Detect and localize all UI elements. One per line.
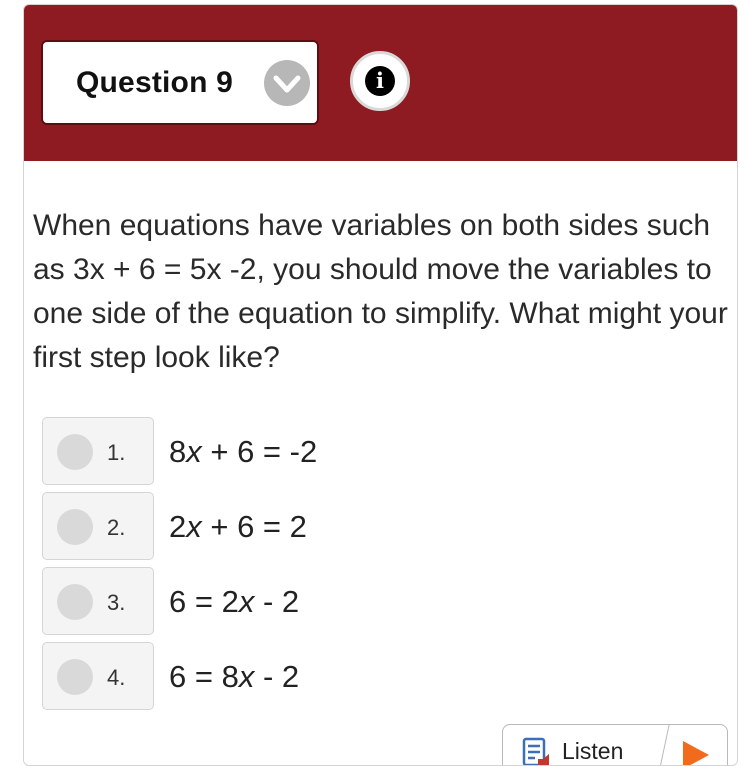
answer-choice-2[interactable]: 2. 2x + 6 = 2 <box>42 492 737 560</box>
chevron-down-icon <box>264 60 310 106</box>
document-audio-icon <box>521 737 555 765</box>
question-number-label: Question 9 <box>76 66 234 99</box>
choice-text[interactable]: 6 = 8x - 2 <box>169 659 299 695</box>
question-header: Question 9 i <box>24 5 737 161</box>
answer-choice-3[interactable]: 3. 6 = 2x - 2 <box>42 567 737 635</box>
answer-choice-4[interactable]: 4. 6 = 8x - 2 <box>42 642 737 710</box>
info-button[interactable]: i <box>350 51 410 111</box>
choice-select-box[interactable]: 2. <box>42 492 154 560</box>
choice-select-box[interactable]: 4. <box>42 642 154 710</box>
radio-button[interactable] <box>57 509 93 545</box>
info-icon: i <box>365 66 395 96</box>
answer-choice-1[interactable]: 1. 8x + 6 = -2 <box>42 417 737 485</box>
question-card: Question 9 i When equations have variabl… <box>23 4 738 766</box>
radio-button[interactable] <box>57 659 93 695</box>
listen-button[interactable]: Listen <box>503 725 651 765</box>
play-button[interactable] <box>663 725 727 765</box>
question-selector-dropdown[interactable]: Question 9 <box>41 40 319 125</box>
choice-number: 2. <box>107 515 126 540</box>
choice-number: 4. <box>107 665 126 690</box>
radio-button[interactable] <box>57 434 93 470</box>
listen-label: Listen <box>562 738 624 764</box>
play-icon <box>683 741 709 765</box>
listen-toolbar: Listen <box>502 724 728 765</box>
choice-text[interactable]: 2x + 6 = 2 <box>169 509 307 545</box>
choice-text[interactable]: 6 = 2x - 2 <box>169 584 299 620</box>
choice-text[interactable]: 8x + 6 = -2 <box>169 434 317 470</box>
question-prompt: When equations have variables on both si… <box>33 209 728 374</box>
radio-button[interactable] <box>57 584 93 620</box>
choice-number: 1. <box>107 440 126 465</box>
choice-select-box[interactable]: 1. <box>42 417 154 485</box>
choice-number: 3. <box>107 590 126 615</box>
choice-select-box[interactable]: 3. <box>42 567 154 635</box>
